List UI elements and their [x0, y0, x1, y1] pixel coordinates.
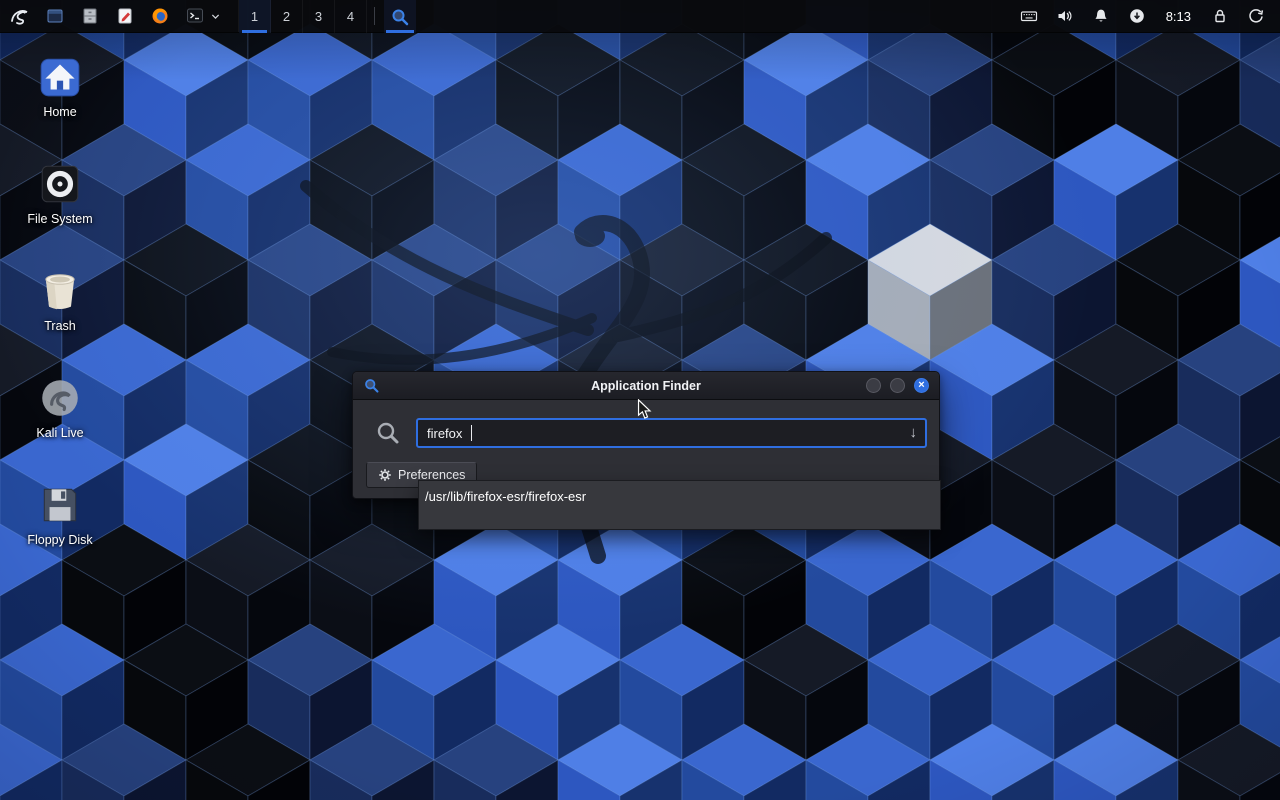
search-icon [375, 420, 401, 446]
clock[interactable]: 8:13 [1155, 9, 1202, 24]
titlebar[interactable]: Application Finder × [353, 372, 939, 400]
combo-dropdown-arrow-icon[interactable]: ↓ [910, 424, 918, 441]
firefox-icon [150, 6, 170, 26]
file-system-icon [37, 161, 83, 207]
suggestion-item[interactable]: /usr/lib/firefox-esr/firefox-esr [419, 481, 940, 512]
desktop-icon-label: Floppy Disk [27, 533, 92, 547]
desktop-root: Home File System Trash Kali L [0, 0, 1280, 800]
launcher-window[interactable] [37, 0, 72, 32]
text-caret [471, 425, 472, 441]
terminal-dropdown-button[interactable] [208, 11, 222, 22]
bell-icon [1092, 7, 1110, 25]
launcher-terminal[interactable] [177, 6, 212, 26]
launcher-terminal-group [177, 0, 222, 32]
tray-screen-lock[interactable] [1202, 0, 1238, 33]
taskbar-application-finder[interactable] [384, 0, 416, 33]
panel-separator [374, 7, 375, 25]
minimize-button[interactable] [866, 378, 881, 393]
desktop-icon-column: Home File System Trash Kali L [12, 47, 108, 582]
trash-icon [37, 268, 83, 314]
terminal-icon [185, 6, 205, 26]
launcher-file-manager[interactable] [72, 0, 107, 32]
kali-logo-icon [8, 5, 30, 27]
file-manager-icon [80, 6, 100, 26]
launcher-text-editor[interactable] [107, 0, 142, 32]
top-panel: 1 2 3 4 [0, 0, 1280, 33]
window-title: Application Finder [353, 379, 939, 393]
search-input[interactable] [427, 426, 899, 441]
tray-keyboard[interactable] [1011, 0, 1047, 33]
close-button[interactable]: × [914, 378, 929, 393]
tray-volume[interactable] [1047, 0, 1083, 33]
finder-body: ↓ Preferences /usr/lib/firefox-esr/firef… [353, 400, 939, 498]
workspace-3[interactable]: 3 [303, 0, 335, 33]
application-finder-icon [363, 377, 380, 394]
search-field: ↓ [416, 418, 927, 448]
desktop-icon-trash[interactable]: Trash [12, 261, 108, 368]
application-finder-window: Application Finder × ↓ [352, 371, 940, 499]
workspace-1[interactable]: 1 [239, 0, 271, 33]
applications-menu-button[interactable] [0, 0, 37, 32]
gear-icon [378, 468, 392, 482]
desktop-icon-file-system[interactable]: File System [12, 154, 108, 261]
desktop-icon-kali-live[interactable]: Kali Live [12, 368, 108, 475]
completion-popup: /usr/lib/firefox-esr/firefox-esr [418, 480, 941, 530]
tray-notifications[interactable] [1083, 0, 1119, 33]
keyboard-icon [1020, 7, 1038, 25]
update-circle-icon [1128, 7, 1146, 25]
system-tray: 8:13 [1011, 0, 1280, 32]
workspace-switcher: 1 2 3 4 [238, 0, 367, 32]
desktop-icon-label: Kali Live [36, 426, 83, 440]
kali-live-icon [37, 375, 83, 421]
desktop-icon-label: File System [27, 212, 92, 226]
window-icon [45, 6, 65, 26]
launcher-firefox[interactable] [142, 0, 177, 32]
home-icon [37, 54, 83, 100]
lock-icon [1211, 7, 1229, 25]
search-row: ↓ [366, 418, 927, 448]
text-editor-icon [115, 6, 135, 26]
tray-updates[interactable] [1119, 0, 1155, 33]
tray-logout[interactable] [1238, 0, 1274, 33]
application-finder-icon [390, 7, 410, 27]
logout-arrow-icon [1247, 7, 1265, 25]
desktop-icon-label: Trash [44, 319, 76, 333]
speaker-icon [1056, 7, 1074, 25]
maximize-button[interactable] [890, 378, 905, 393]
desktop-icon-home[interactable]: Home [12, 47, 108, 154]
workspace-2[interactable]: 2 [271, 0, 303, 33]
floppy-disk-icon [37, 482, 83, 528]
desktop-icon-label: Home [43, 105, 76, 119]
workspace-4[interactable]: 4 [335, 0, 367, 33]
chevron-down-icon [210, 11, 221, 22]
window-buttons: × [866, 378, 929, 393]
desktop-icon-floppy-disk[interactable]: Floppy Disk [12, 475, 108, 582]
